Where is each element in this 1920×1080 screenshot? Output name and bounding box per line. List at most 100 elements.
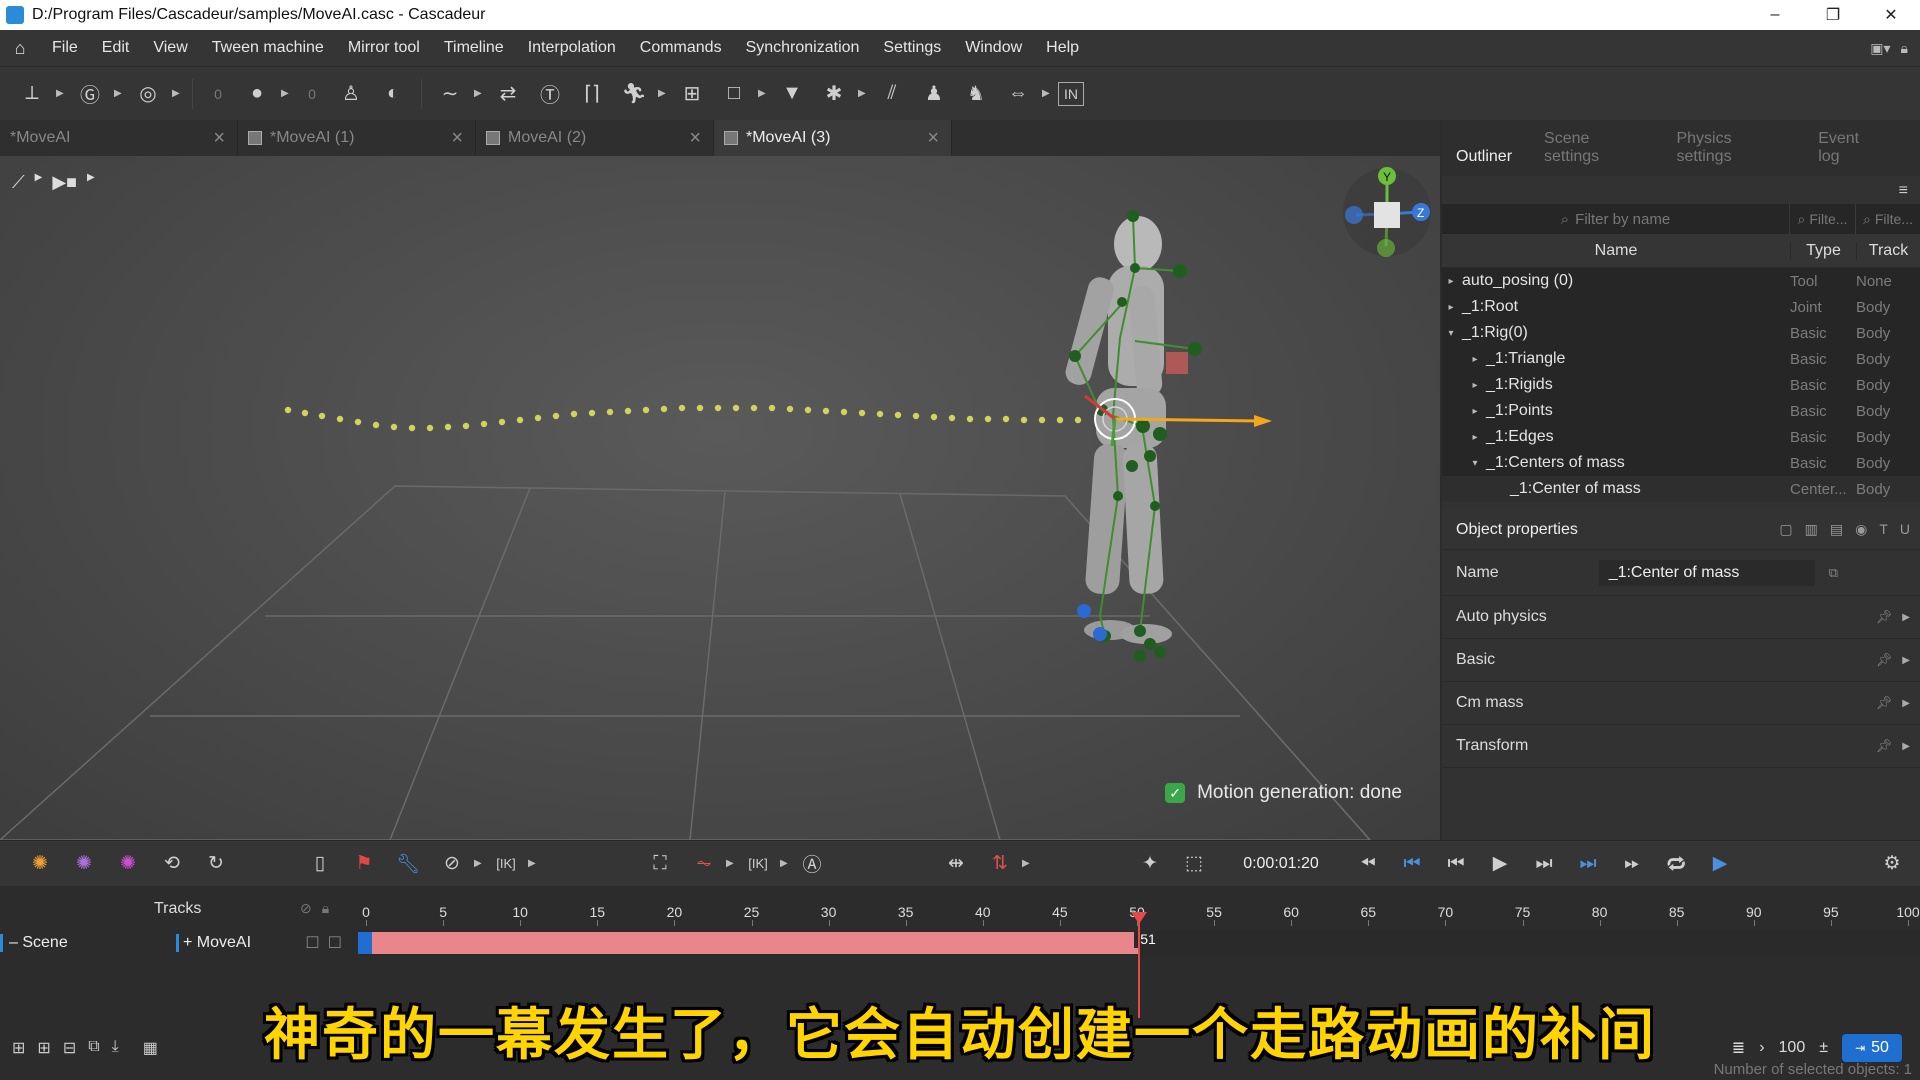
menu-file[interactable]: File (40, 39, 90, 57)
rewind-icon[interactable]: ⏪︎ (1346, 844, 1390, 884)
checkbox-icon[interactable]: ☐ (305, 933, 319, 953)
scene-track-row[interactable]: – Scene + MoveAI ☐ ☐ (0, 930, 356, 956)
refresh-icon[interactable]: ↻ (194, 844, 238, 884)
outliner-row[interactable]: ▾ _1:Centers of mass Basic Body (1442, 450, 1920, 476)
cycle-icon[interactable]: ⟲ (150, 844, 194, 884)
pin-icon[interactable]: 📌︎ (1876, 652, 1893, 668)
tab-physics-settings[interactable]: Physics settings (1676, 130, 1800, 166)
menu-window[interactable]: Window (953, 39, 1034, 57)
running-figure-icon[interactable]: 🏃︎ (616, 76, 652, 112)
person-icon[interactable]: ♙ (333, 76, 369, 112)
menu-settings[interactable]: Settings (871, 39, 953, 57)
3d-viewport[interactable]: Y Z ⟋ ▶ ▶︎■ ▶ ✓ Motion generation: done (0, 156, 1440, 840)
physics-3-icon[interactable]: ✺ (106, 844, 150, 884)
shield-v-icon[interactable]: ▼ (774, 76, 810, 112)
grid-icon[interactable]: ⊞ (674, 76, 710, 112)
outliner-row[interactable]: ▸ _1:Triangle Basic Body (1442, 346, 1920, 372)
checkbox-icon[interactable]: ☐ (328, 933, 342, 953)
frame-icon[interactable]: ▢ (1779, 521, 1792, 538)
interval-icon[interactable]: ⇹ (934, 844, 978, 884)
camera-icon[interactable]: ▶︎■ (52, 172, 77, 193)
pose-icon[interactable]: ♟ (916, 76, 952, 112)
section-auto-physics[interactable]: Auto physics 📌︎ ▶ (1442, 596, 1920, 639)
ik-2-icon[interactable]: [IK] (736, 844, 780, 884)
section-basic[interactable]: Basic 📌︎ ▶ (1442, 639, 1920, 682)
physics-2-icon[interactable]: ✺ (62, 844, 106, 884)
square-icon[interactable]: □ (716, 76, 752, 112)
copy-icon[interactable]: ⧉ (1829, 565, 1838, 581)
blend-icon[interactable]: ◐ (375, 76, 411, 112)
menu-tween-machine[interactable]: Tween machine (200, 39, 336, 57)
menu-icon[interactable]: ≡ (1899, 182, 1908, 200)
home-icon[interactable]: ⌂ (0, 38, 40, 59)
filter-by-name-input[interactable]: ⌕ Filter by name (1442, 204, 1790, 234)
menu-help[interactable]: Help (1034, 39, 1091, 57)
expand-arrow-icon[interactable]: ▶ (1902, 612, 1910, 623)
expand-arrow-icon[interactable]: ▸ (1444, 302, 1458, 313)
magic-wand-icon[interactable]: ✦ (1128, 844, 1172, 884)
next-frame-icon[interactable]: ⏭︎ (1522, 844, 1566, 884)
pin-icon[interactable]: 📌︎ (1876, 695, 1893, 711)
axes-icon[interactable]: ⟂ (14, 76, 50, 112)
expand-arrow-icon[interactable]: ▸ (1444, 276, 1458, 287)
u-icon[interactable]: U (1900, 521, 1910, 538)
toolbar-value-a[interactable]: 0 (203, 86, 233, 102)
dropdown-arrow-icon[interactable]: ▶ (56, 88, 66, 99)
dropdown-arrow-icon[interactable]: ▶ (726, 858, 736, 869)
ik-handle[interactable] (1077, 604, 1091, 618)
tab-moveai-2[interactable]: MoveAI (2) × (476, 120, 714, 156)
outliner-row[interactable]: ▸ _1:Edges Basic Body (1442, 424, 1920, 450)
scene-label[interactable]: – Scene (0, 934, 176, 952)
lock-icon[interactable]: 🔒︎ (322, 900, 329, 917)
tab-moveai-3[interactable]: *MoveAI (3) × (714, 120, 952, 156)
physics-icon[interactable]: ✺ (18, 844, 62, 884)
shuffle-icon[interactable]: ⇄ (490, 76, 526, 112)
minimize-button[interactable]: – (1746, 6, 1804, 24)
menu-view[interactable]: View (141, 39, 199, 57)
tab-outliner[interactable]: Outliner (1456, 148, 1526, 166)
tab-scene-settings[interactable]: Scene settings (1544, 130, 1658, 166)
in-button[interactable]: IN (1058, 81, 1084, 106)
fit-icon[interactable]: ⛶ (638, 844, 682, 884)
tab-moveai-1[interactable]: *MoveAI (1) × (238, 120, 476, 156)
track-moveai-label[interactable]: + MoveAI (176, 934, 251, 952)
fixation-box[interactable] (1166, 352, 1188, 374)
menu-mirror-tool[interactable]: Mirror tool (336, 39, 432, 57)
menu-interpolation[interactable]: Interpolation (516, 39, 628, 57)
section-cm-mass[interactable]: Cm mass 📌︎ ▶ (1442, 682, 1920, 725)
range-start-handle[interactable] (358, 932, 372, 954)
outliner-row[interactable]: ▸ _1:Points Basic Body (1442, 398, 1920, 424)
eye-icon[interactable]: ◉ (1855, 521, 1867, 538)
dropdown-arrow-icon[interactable]: ▶ (172, 88, 182, 99)
expand-arrow-icon[interactable]: ▸ (1468, 380, 1482, 391)
play-range-icon[interactable]: ▶ (1698, 844, 1742, 884)
dropdown-arrow-icon[interactable]: ▶ (474, 858, 484, 869)
split-icon[interactable]: ▯ (298, 844, 342, 884)
fast-forward-icon[interactable]: ⏩︎ (1610, 844, 1654, 884)
pin-icon[interactable]: 📌︎ (1876, 738, 1893, 754)
play-icon[interactable]: ▶ (1478, 844, 1522, 884)
text-icon[interactable]: T (1879, 521, 1888, 538)
toolbar-value-b[interactable]: 0 (297, 86, 327, 102)
wrench-icon[interactable]: 🔧︎ (386, 844, 430, 884)
column-track[interactable]: Track (1856, 241, 1920, 260)
text-icon[interactable]: Ⓣ (532, 76, 568, 112)
loop-icon[interactable]: 🔁︎ (1654, 844, 1698, 884)
dropdown-arrow-icon[interactable]: ▶ (858, 88, 868, 99)
columns-icon[interactable]: ▥ (1805, 521, 1818, 538)
dropdown-arrow-icon[interactable]: ▶ (35, 172, 43, 193)
close-icon[interactable]: × (213, 127, 225, 150)
settings-gear-icon[interactable]: ⚙ (1870, 844, 1914, 884)
menu-timeline[interactable]: Timeline (432, 39, 516, 57)
go-to-end-icon[interactable]: ⏭︎ (1566, 844, 1610, 884)
tab-moveai[interactable]: *MoveAI × (0, 120, 238, 156)
dropdown-arrow-icon[interactable]: ▶ (780, 858, 790, 869)
ik-handle[interactable] (1093, 627, 1107, 641)
outliner-row[interactable]: ▸ _1:Root Joint Body (1442, 294, 1920, 320)
dropdown-arrow-icon[interactable]: ▶ (758, 88, 768, 99)
dropdown-arrow-icon[interactable]: ▶ (1042, 88, 1052, 99)
close-button[interactable]: ✕ (1862, 5, 1920, 25)
list-icon[interactable]: ▤ (1830, 521, 1843, 538)
skeleton-icon[interactable]: ✱ (816, 76, 852, 112)
menu-synchronization[interactable]: Synchronization (734, 39, 872, 57)
